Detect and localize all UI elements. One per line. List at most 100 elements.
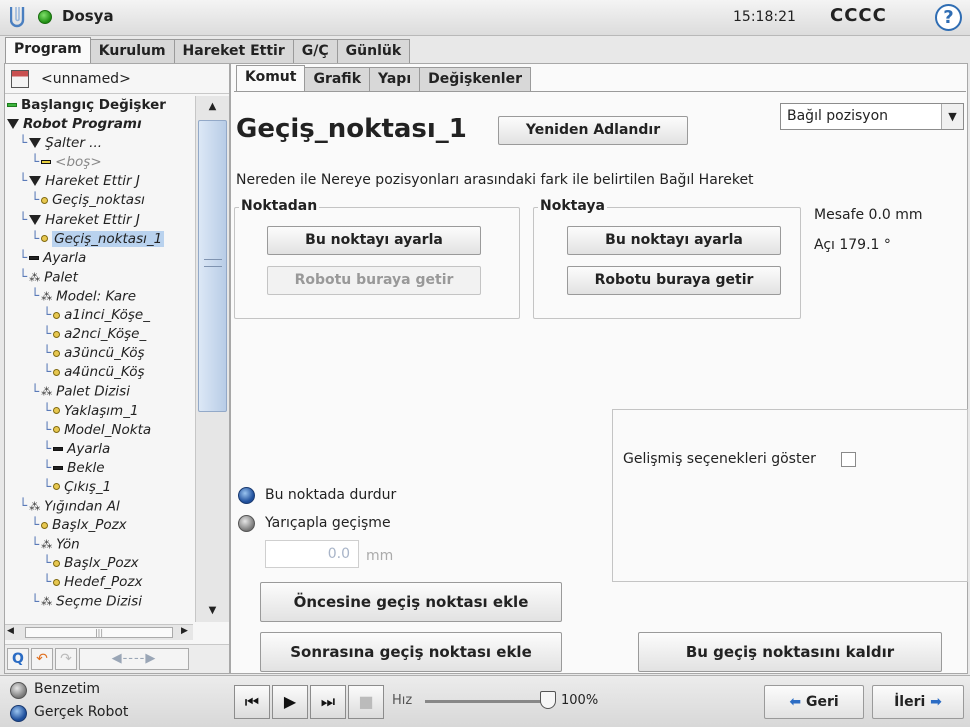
speed-slider-handle[interactable] — [540, 691, 556, 709]
blend-radius-radio[interactable] — [238, 515, 255, 532]
tree-node-label: <boş> — [55, 154, 102, 171]
tree-node[interactable]: └ Çıkış_1 — [5, 478, 193, 497]
advanced-options-checkbox[interactable] — [841, 452, 856, 467]
tree-node[interactable]: └ Başlx_Pozx — [5, 516, 193, 535]
tree-connector-icon: └ — [19, 249, 28, 266]
tree-node[interactable]: └ ⁂ Seçme Dizisi — [5, 592, 193, 611]
expand-triangle-icon — [29, 176, 42, 187]
scroll-right-icon[interactable]: ▶ — [181, 626, 188, 636]
simulation-label: Benzetim — [34, 681, 101, 697]
scroll-down-icon[interactable]: ▼ — [196, 600, 229, 622]
waypoint-icon — [53, 330, 61, 338]
step-icon[interactable]: ⏭ — [310, 685, 346, 719]
tree-node[interactable]: └ a4üncü_Köş — [5, 363, 193, 382]
command-content: Geçiş_noktası_1 Yeniden Adlandır Bağıl p… — [234, 91, 968, 672]
stop-icon[interactable]: ■ — [348, 685, 384, 719]
tree-node[interactable]: └ Ayarla — [5, 249, 193, 268]
bottom-bar: Benzetim Gerçek Robot ⏮ ▶ ⏭ ■ Hız 100% ⬅… — [0, 675, 970, 727]
tree-node[interactable]: └ Bekle — [5, 459, 193, 478]
file-menu[interactable]: Dosya — [62, 7, 114, 25]
move-node-icon[interactable]: ◀----▶ — [79, 648, 189, 670]
rename-button[interactable]: Yeniden Adlandır — [498, 116, 688, 145]
set-to-point-button[interactable]: Bu noktayı ayarla — [567, 226, 781, 255]
save-icon[interactable] — [11, 70, 29, 88]
tab-graphics[interactable]: Grafik — [304, 67, 370, 91]
expand-triangle-icon — [29, 214, 42, 225]
help-icon[interactable]: ? — [935, 4, 962, 31]
tree-node[interactable]: └ Başlx_Pozx — [5, 554, 193, 573]
tree-node[interactable]: └ ⁂ Palet — [5, 268, 193, 287]
remove-waypoint-button[interactable]: Bu geçiş noktasını kaldır — [638, 632, 942, 672]
tree-connector-icon: └ — [31, 288, 40, 305]
tree-node[interactable]: └ Geçiş_noktası_1 — [5, 230, 193, 249]
tree-node[interactable]: └ ⁂ Yön — [5, 535, 193, 554]
ur-logo-icon — [10, 7, 25, 28]
tree-node-label: a2nci_Köşe_ — [64, 326, 147, 343]
set-from-point-button[interactable]: Bu noktayı ayarla — [267, 226, 481, 255]
tree-node[interactable]: └ Model_Nokta — [5, 421, 193, 440]
tree-node[interactable]: └ ⁂ Yığından Al — [5, 497, 193, 516]
tree-node[interactable]: └ Hareket Ettir J — [5, 172, 193, 191]
variables-icon — [7, 103, 17, 107]
tree-node[interactable]: └ Geçiş_noktası — [5, 191, 193, 210]
tree-connector-icon: └ — [19, 498, 28, 515]
waypoint-icon — [53, 483, 61, 491]
tree-node[interactable]: └ a1inci_Köşe_ — [5, 306, 193, 325]
tree-node[interactable]: Başlangıç Değişker — [5, 96, 193, 115]
blend-radius-input[interactable]: 0.0 — [265, 540, 359, 568]
tree-connector-icon: └ — [43, 478, 52, 495]
pallet-icon: ⁂ — [41, 538, 53, 552]
tab-move[interactable]: Hareket Ettir — [173, 39, 294, 63]
rewind-icon[interactable]: ⏮ — [234, 685, 270, 719]
back-button[interactable]: ⬅ Geri — [764, 685, 864, 719]
tree-node[interactable]: └ Hareket Ettir J — [5, 211, 193, 230]
next-button[interactable]: İleri ➡ — [872, 685, 964, 719]
add-waypoint-after-button[interactable]: Sonrasına geçiş noktası ekle — [260, 632, 562, 672]
real-robot-radio[interactable] — [10, 705, 27, 722]
expand-triangle-icon — [29, 138, 42, 149]
tree-node[interactable]: └ Ayarla — [5, 440, 193, 459]
tree-connector-icon: └ — [31, 536, 40, 553]
tree-node[interactable]: └ Şalter ... — [5, 134, 193, 153]
search-icon[interactable]: Q — [7, 648, 29, 670]
tree-node[interactable]: └ a2nci_Köşe_ — [5, 325, 193, 344]
tab-variables[interactable]: Değişkenler — [419, 67, 531, 91]
tree-connector-icon: └ — [43, 555, 52, 572]
tab-io[interactable]: G/Ç — [292, 39, 338, 63]
play-icon[interactable]: ▶ — [272, 685, 308, 719]
tree-node-label: Ayarla — [43, 249, 87, 266]
tree-horizontal-scrollbar[interactable]: ◀ ||| ▶ — [5, 624, 193, 640]
scroll-thumb[interactable] — [198, 120, 227, 412]
tree-node[interactable]: └ Hedef_Pozx — [5, 573, 193, 592]
tree-node[interactable]: Robot Programı — [5, 115, 193, 134]
stop-at-point-radio[interactable] — [238, 487, 255, 504]
tree-node[interactable]: └ <boş> — [5, 153, 193, 172]
tab-structure[interactable]: Yapı — [369, 67, 421, 91]
undo-icon[interactable]: ↶ — [31, 648, 53, 670]
tab-log[interactable]: Günlük — [336, 39, 411, 63]
tree-toolbar: Q ↶ ↷ ◀----▶ — [5, 644, 229, 673]
tree-vertical-scrollbar[interactable]: ▲ ▼ — [195, 96, 229, 622]
tree-node[interactable]: └ ⁂ Model: Kare — [5, 287, 193, 306]
simulation-radio[interactable] — [10, 682, 27, 699]
move-robot-to-to-button[interactable]: Robotu buraya getir — [567, 266, 781, 295]
add-waypoint-before-button[interactable]: Öncesine geçiş noktası ekle — [260, 582, 562, 622]
scroll-left-icon[interactable]: ◀ — [7, 626, 14, 636]
redo-icon[interactable]: ↷ — [55, 648, 77, 670]
position-mode-select[interactable]: Bağıl pozisyon ▼ — [780, 103, 964, 130]
scroll-thumb-horizontal[interactable]: ||| — [25, 627, 173, 638]
tab-program[interactable]: Program — [5, 37, 91, 63]
move-robot-to-from-button[interactable]: Robotu buraya getir — [267, 266, 481, 295]
tree-node-label: Başlangıç Değişker — [21, 97, 166, 113]
tree-node[interactable]: └ ⁂ Palet Dizisi — [5, 382, 193, 401]
tab-installation[interactable]: Kurulum — [89, 39, 175, 63]
speed-slider[interactable] — [425, 700, 553, 703]
program-tree[interactable]: Başlangıç Değişker Robot Programı └ Şalter … — [5, 96, 193, 622]
tree-node[interactable]: └ Yaklaşım_1 — [5, 402, 193, 421]
tree-node[interactable]: └ a3üncü_Köş — [5, 344, 193, 363]
chevron-down-icon[interactable]: ▼ — [941, 104, 963, 129]
tab-command[interactable]: Komut — [236, 65, 306, 91]
tree-node-label: Geçiş_noktası_1 — [52, 230, 165, 247]
scroll-up-icon[interactable]: ▲ — [196, 96, 229, 118]
tree-node-label: Bekle — [67, 459, 105, 476]
